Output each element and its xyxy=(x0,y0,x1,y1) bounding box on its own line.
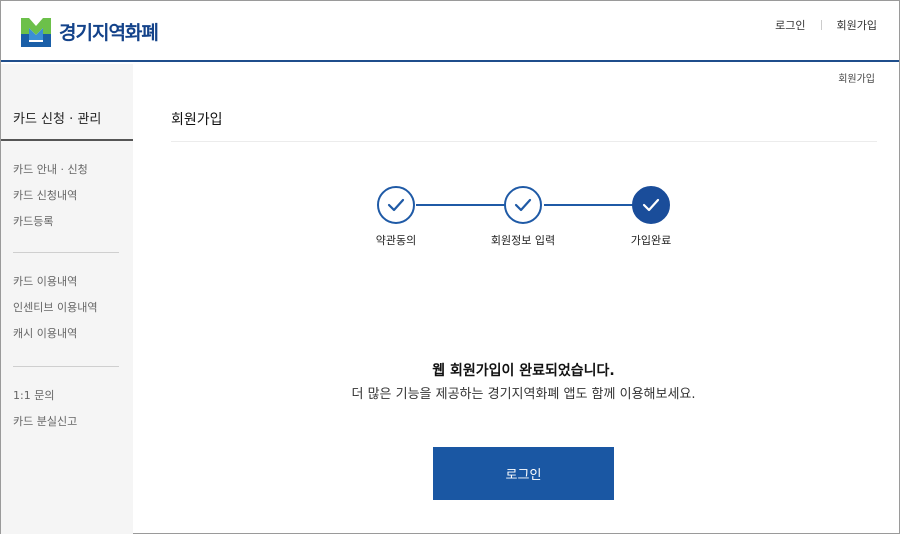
step-label: 회원정보 입력 xyxy=(490,234,556,247)
check-icon xyxy=(514,198,532,212)
completion-submessage: 더 많은 기능을 제공하는 경기지역화폐 앱도 함께 이용해보세요. xyxy=(351,387,696,402)
step-label: 가입완료 xyxy=(630,234,672,247)
sidebar-item-card-guide[interactable]: 카드 안내 · 신청 xyxy=(13,157,88,183)
breadcrumb[interactable]: 회원가입 xyxy=(838,70,875,85)
sidebar-item-lost-card-report[interactable]: 카드 분실신고 xyxy=(13,409,77,435)
check-icon xyxy=(642,198,660,212)
sidebar-group-usage: 카드 이용내역 인센티브 이용내역 캐시 이용내역 xyxy=(13,269,97,347)
sidebar-item-cash-usage[interactable]: 캐시 이용내역 xyxy=(13,321,97,347)
top-nav: 로그인 회원가입 xyxy=(775,17,877,33)
signup-stepper: 약관동의 회원정보 입력 가입완료 xyxy=(341,181,701,261)
title-divider xyxy=(171,141,877,142)
step-terms: 약관동의 xyxy=(341,181,451,248)
step-circle xyxy=(632,186,670,224)
logo-text: 경기지역화폐 xyxy=(59,21,159,44)
sidebar-group-card: 카드 안내 · 신청 카드 신청내역 카드등록 xyxy=(13,157,88,235)
sidebar-item-card-application-history[interactable]: 카드 신청내역 xyxy=(13,183,88,209)
check-icon xyxy=(387,198,405,212)
step-circle xyxy=(504,186,542,224)
sidebar-divider xyxy=(13,252,119,253)
step-label: 약관동의 xyxy=(375,234,417,247)
site-header: 경기지역화폐 로그인 회원가입 xyxy=(1,1,899,62)
step-complete: 가입완료 xyxy=(596,181,706,248)
sidebar: 카드 신청 · 관리 카드 안내 · 신청 카드 신청내역 카드등록 카드 이용… xyxy=(1,64,133,534)
sidebar-item-card-usage[interactable]: 카드 이용내역 xyxy=(13,269,97,295)
sidebar-title: 카드 신청 · 관리 xyxy=(13,112,102,127)
login-button[interactable]: 로그인 xyxy=(433,447,614,500)
completion-message: 웹 회원가입이 완료되었습니다. xyxy=(432,363,615,379)
sidebar-item-card-register[interactable]: 카드등록 xyxy=(13,209,88,235)
login-link[interactable]: 로그인 xyxy=(775,17,805,33)
nav-separator xyxy=(820,20,822,30)
logo-icon xyxy=(21,18,51,47)
step-member-info: 회원정보 입력 xyxy=(468,181,578,248)
sidebar-title-underline xyxy=(1,139,133,141)
step-circle xyxy=(377,186,415,224)
page-title: 회원가입 xyxy=(171,112,223,128)
sidebar-item-incentive-usage[interactable]: 인센티브 이용내역 xyxy=(13,295,97,321)
signup-link[interactable]: 회원가입 xyxy=(837,17,877,33)
site-logo[interactable]: 경기지역화폐 xyxy=(19,14,159,48)
